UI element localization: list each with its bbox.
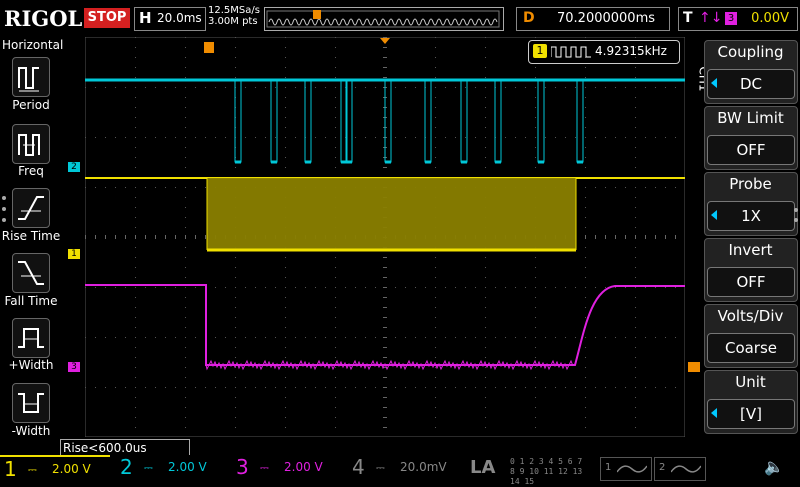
cycle-arrow-icon	[711, 408, 717, 418]
brand-logo: RIGOL	[4, 6, 83, 31]
probe-value: 1X	[707, 201, 795, 231]
channel-3-number: 3	[236, 455, 249, 479]
channel-2-offset-marker[interactable]: 2	[68, 162, 80, 172]
math-2-tab[interactable]: 2	[654, 457, 706, 481]
dc-coupling-icon: ⎓	[376, 461, 385, 474]
math-2-label: 2	[659, 462, 666, 473]
invert-menu-item[interactable]: Invert OFF	[704, 238, 798, 302]
channel-4-number: 4	[352, 455, 365, 479]
math-wave-icon	[617, 465, 647, 473]
channel-1-number: 1	[4, 457, 17, 481]
bw-limit-label: BW Limit	[717, 109, 784, 127]
dc-coupling-icon: ⎓	[28, 463, 37, 476]
menu-page-dot	[2, 196, 6, 200]
center-position-marker	[380, 38, 390, 44]
math-wave-icon	[671, 465, 701, 473]
horizontal-scale-box[interactable]: H 20.0ms	[134, 7, 206, 31]
menu-page-dot	[794, 218, 798, 222]
waveform-display[interactable]	[84, 36, 686, 441]
fall-time-label: Fall Time	[4, 294, 58, 308]
horizontal-key: H	[139, 9, 152, 27]
channel-4-tab[interactable]: 4 ⎓ 20.0mV	[348, 455, 458, 480]
bw-limit-value: OFF	[707, 135, 795, 165]
sample-rate: 12.5MSa/s	[208, 5, 260, 16]
channel-2-tab[interactable]: 2 ⎓ 2.00 V	[116, 455, 226, 480]
trigger-position-marker[interactable]	[204, 42, 214, 53]
rise-time-icon[interactable]	[12, 188, 50, 228]
frequency-label: Freq	[18, 164, 44, 178]
trigger-box[interactable]: T ↑↓ 3 0.00V	[678, 7, 798, 31]
menu-page-dot	[794, 208, 798, 212]
cycle-arrow-icon	[711, 210, 717, 220]
math-1-tab[interactable]: 1	[600, 457, 652, 481]
channel-3-offset-marker[interactable]: 3	[68, 362, 80, 372]
horizontal-delay-box[interactable]: D 70.2000000ms	[516, 7, 670, 31]
logic-analyzer-tab[interactable]: LA	[464, 457, 508, 479]
math-1-label: 1	[605, 462, 612, 473]
speaker-icon[interactable]: 🔈	[764, 457, 794, 479]
sample-rate-readout: 12.5MSa/s 3.00M pts	[208, 5, 260, 27]
coupling-menu-item[interactable]: Coupling DC	[704, 40, 798, 104]
invert-label: Invert	[728, 241, 773, 259]
memory-position-graphic	[266, 10, 500, 28]
coupling-label: Coupling	[717, 43, 784, 61]
coupling-value: DC	[707, 69, 795, 99]
trigger-level-value: 0.00V	[751, 11, 789, 26]
volts-div-label: Volts/Div	[717, 307, 784, 325]
menu-page-dot	[2, 207, 6, 211]
period-label: Period	[12, 98, 50, 112]
probe-label: Probe	[729, 175, 772, 193]
square-wave-icon	[551, 46, 591, 58]
memory-depth: 3.00M pts	[208, 16, 258, 27]
delay-key: D	[523, 10, 535, 26]
digital-row-1: 0 1 2 3 4 5 6 7	[510, 457, 583, 466]
channel-1-scale: 2.00 V	[52, 462, 91, 476]
digital-row-2: 8 9 10 11 12 13 14 15	[510, 467, 583, 486]
trigger-edge-icon: ↑↓	[699, 10, 723, 26]
fall-time-icon[interactable]	[12, 253, 50, 293]
horizontal-scale-value: 20.0ms	[157, 11, 202, 25]
positive-width-label: +Width	[8, 358, 54, 372]
channel-2-scale: 2.00 V	[168, 460, 207, 474]
bw-limit-menu-item[interactable]: BW Limit OFF	[704, 106, 798, 170]
counter-channel-badge: 1	[533, 44, 547, 58]
channel-1-tab[interactable]: 1 ⎓ 2.00 V	[0, 455, 110, 482]
volts-div-value: Coarse	[707, 333, 795, 363]
horizontal-menu-title: Horizontal	[2, 38, 64, 52]
counter-value: 4.92315kHz	[595, 44, 667, 58]
rise-time-label: Rise Time	[1, 229, 61, 243]
trigger-level-marker[interactable]	[688, 362, 700, 372]
negative-width-label: -Width	[11, 424, 51, 438]
digital-channel-status: 0 1 2 3 4 5 6 7 8 9 10 11 12 13 14 15	[510, 457, 596, 486]
period-icon[interactable]	[12, 57, 50, 97]
unit-value: [V]	[707, 399, 795, 429]
channel-1-menu: Coupling DC BW Limit OFF Probe 1X Invert…	[704, 40, 798, 454]
la-label: LA	[470, 457, 496, 478]
volts-div-menu-item[interactable]: Volts/Div Coarse	[704, 304, 798, 368]
dc-coupling-icon: ⎓	[260, 461, 269, 474]
negative-width-icon[interactable]	[12, 383, 50, 423]
memory-position-bar[interactable]	[264, 7, 504, 31]
trigger-key: T	[683, 10, 693, 26]
unit-menu-item[interactable]: Unit [V]	[704, 370, 798, 434]
frequency-counter: 1 4.92315kHz	[528, 40, 680, 64]
invert-value: OFF	[707, 267, 795, 297]
frequency-icon[interactable]	[12, 124, 50, 164]
unit-label: Unit	[735, 373, 766, 391]
channel-1-offset-marker[interactable]: 1	[68, 249, 80, 259]
positive-width-icon[interactable]	[12, 318, 50, 358]
probe-menu-item[interactable]: Probe 1X	[704, 172, 798, 236]
dc-coupling-icon: ⎓	[144, 461, 153, 474]
channel-2-number: 2	[120, 455, 133, 479]
channel-3-tab[interactable]: 3 ⎓ 2.00 V	[232, 455, 342, 480]
trigger-source-marker: 3	[725, 12, 737, 25]
menu-page-dot	[2, 218, 6, 222]
channel-4-scale: 20.0mV	[400, 460, 447, 474]
run-stop-status[interactable]: STOP	[84, 8, 130, 28]
cycle-arrow-icon	[711, 78, 717, 88]
channel-3-scale: 2.00 V	[284, 460, 323, 474]
delay-value: 70.2000000ms	[557, 11, 656, 26]
waveform-grid	[84, 36, 686, 438]
